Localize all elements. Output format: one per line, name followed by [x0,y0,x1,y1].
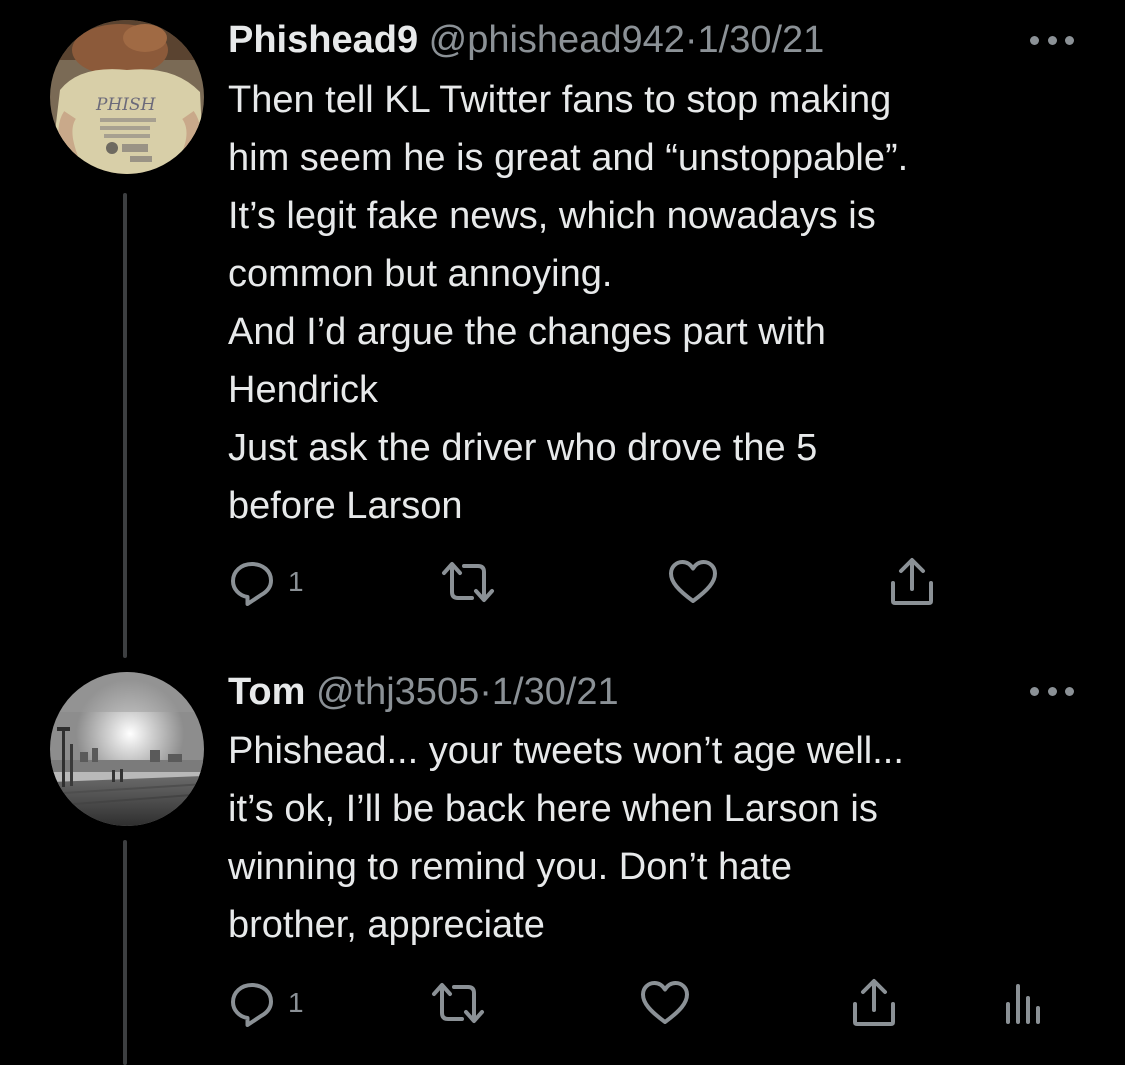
tweet-text-line: Just ask the driver who drove the 5 [228,427,818,469]
tweet-text-line: brother, appreciate [228,904,545,946]
separator-dot: · [479,671,492,713]
tweet-text: Then tell KL Twitter fans to stop making… [228,71,1088,535]
more-options-icon[interactable] [1030,34,1074,46]
avatar[interactable] [50,672,204,826]
tweet-date[interactable]: 1/30/21 [492,671,619,713]
like-button[interactable] [668,557,718,607]
avatar-photo-shirt-icon: PHISH [50,20,204,174]
separator-dot: · [684,19,698,61]
heart-icon [641,981,689,1024]
retweet-icon [442,562,494,602]
tweet-text-line: common but annoying. [228,253,613,295]
avatar[interactable]: PHISH [50,20,204,174]
tweet-text-line: winning to remind you. Don’t hate [228,846,792,888]
share-button[interactable] [850,978,898,1028]
share-button[interactable] [888,557,936,607]
retweet-icon [432,983,484,1023]
tweet-actions: 1 [228,557,1088,607]
display-name[interactable]: Tom [228,671,305,713]
like-button[interactable] [640,978,690,1028]
tweet[interactable]: Tom @thj3505·1/30/21 Phishead... your tw… [0,660,1125,1065]
share-icon [891,558,933,605]
tweet-text-line: it’s ok, I’ll be back here when Larson i… [228,788,878,830]
more-options-icon[interactable] [1030,685,1074,697]
tweet-header: Tom @thj3505·1/30/21 [228,670,619,714]
analytics-button[interactable] [1000,978,1044,1028]
tweet[interactable]: PHISH Phishead9 @phishead942·1/30/21 The… [0,0,1125,660]
tweet-text-line: Phishead... your tweets won’t age well..… [228,730,904,772]
reply-button[interactable]: 1 [228,557,304,607]
retweet-button[interactable] [440,557,496,607]
tweet-date[interactable]: 1/30/21 [698,19,825,61]
reply-icon [231,562,273,606]
avatar-photo-waterfront-icon [50,672,204,826]
user-handle[interactable]: @phishead942 [429,19,685,61]
svg-text:PHISH: PHISH [95,95,157,115]
tweet-text-line: Hendrick [228,369,378,411]
display-name[interactable]: Phishead9 [228,19,418,61]
retweet-button[interactable] [430,978,486,1028]
analytics-icon [1006,984,1040,1024]
reply-count: 1 [288,987,304,1018]
tweet-header: Phishead9 @phishead942·1/30/21 [228,18,824,62]
tweet-text-line: Then tell KL Twitter fans to stop making [228,79,892,121]
heart-icon [669,560,717,603]
tweet-text-line: And I’d argue the changes part with [228,311,826,353]
reply-icon [231,983,273,1027]
share-icon [853,979,895,1026]
reply-count: 1 [288,566,304,597]
tweet-text-line: before Larson [228,485,463,527]
reply-button[interactable]: 1 [228,978,304,1028]
user-handle[interactable]: @thj3505 [316,671,479,713]
tweet-actions: 1 [228,978,1088,1028]
tweet-text-line: him seem he is great and “unstoppable”. [228,137,909,179]
tweet-text-line: It’s legit fake news, which nowadays is [228,195,876,237]
tweet-text: Phishead... your tweets won’t age well..… [228,722,1088,954]
